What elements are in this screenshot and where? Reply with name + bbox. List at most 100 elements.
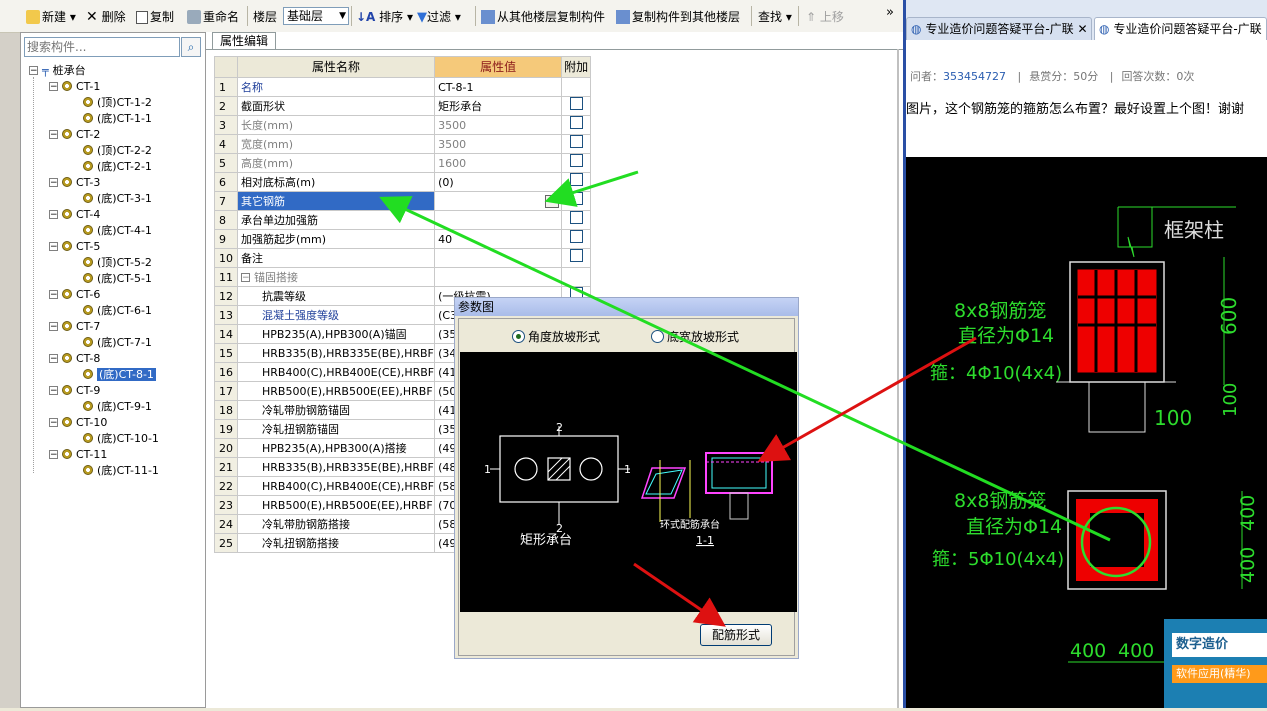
tree-item[interactable]: − CT-8 <box>49 351 100 367</box>
tree-item[interactable]: − CT-5 <box>49 239 100 255</box>
table-row[interactable]: 9 加强筋起步(mm) 40 <box>214 229 592 249</box>
property-extra[interactable] <box>561 96 592 116</box>
ad-banner[interactable]: 数字造价 软件应用(精华) <box>1164 619 1267 708</box>
copy-to-floor-button[interactable]: 复制构件到其他楼层 <box>616 8 740 26</box>
extra-checkbox[interactable] <box>569 211 583 224</box>
tree-item[interactable]: − CT-6 <box>49 287 100 303</box>
tree-subitem[interactable]: (底)CT-3-1 <box>83 191 152 207</box>
ellipsis-button[interactable]: ··· <box>545 195 560 208</box>
move-up-button[interactable]: ⇑ 上移 <box>806 8 844 26</box>
property-extra[interactable] <box>561 134 592 154</box>
property-value[interactable]: CT-8-1 <box>434 77 563 97</box>
tree-subitem[interactable]: (底)CT-4-1 <box>83 223 152 239</box>
tree-subitem[interactable]: (底)CT-10-1 <box>83 431 159 447</box>
search-icon[interactable]: ⌕ <box>181 37 201 57</box>
tree-subitem[interactable]: (顶)CT-1-2 <box>83 95 152 111</box>
browser-tab-2[interactable]: ◍ 专业造价问题答疑平台-广联 <box>1094 17 1267 40</box>
tree-item[interactable]: − CT-4 <box>49 207 100 223</box>
tree-subitem[interactable]: (顶)CT-5-2 <box>83 255 152 271</box>
property-value[interactable]: 40 <box>434 229 563 249</box>
table-row[interactable]: 10 备注 <box>214 248 592 268</box>
property-extra[interactable] <box>561 115 592 135</box>
property-value[interactable]: 3500 <box>434 134 563 154</box>
column-header-value[interactable]: 属性值 <box>434 56 563 78</box>
property-value[interactable]: 矩形承台 <box>434 96 563 116</box>
collapse-icon[interactable]: − <box>49 354 58 364</box>
collapse-icon[interactable]: − <box>49 242 58 252</box>
tree-subitem[interactable]: (底)CT-6-1 <box>83 303 152 319</box>
property-value[interactable] <box>434 248 563 268</box>
extra-checkbox[interactable] <box>569 97 583 110</box>
collapse-icon[interactable]: − <box>49 210 58 220</box>
table-row[interactable]: 4 宽度(mm) 3500 <box>214 134 592 154</box>
rename-button[interactable]: 重命名 <box>187 8 239 26</box>
new-button[interactable]: 新建 ▾ <box>26 8 76 26</box>
table-row[interactable]: 11− 锚固搭接 <box>214 267 592 287</box>
collapse-icon[interactable]: − <box>49 290 58 300</box>
collapse-icon[interactable]: − <box>49 322 58 332</box>
toolbar-overflow-button[interactable]: » <box>886 4 894 22</box>
search-input[interactable] <box>24 37 180 57</box>
tree-subitem[interactable]: (底)CT-11-1 <box>83 463 159 479</box>
radio-bottom-width-slope[interactable]: 底宽放坡形式 <box>651 328 739 345</box>
copy-button[interactable]: 复制 <box>136 8 174 26</box>
property-extra[interactable] <box>561 153 592 173</box>
floor-select[interactable]: 基础层 ▼ <box>283 7 349 25</box>
column-header-name[interactable]: 属性名称 <box>236 56 436 78</box>
tree-subitem[interactable]: (底)CT-2-1 <box>83 159 152 175</box>
tree-subitem[interactable]: (底)CT-5-1 <box>83 271 152 287</box>
extra-checkbox[interactable] <box>569 249 583 262</box>
tree-item[interactable]: − CT-9 <box>49 383 100 399</box>
tree-item[interactable]: − CT-7 <box>49 319 100 335</box>
tree-item[interactable]: − CT-11 <box>49 447 107 463</box>
tree-root[interactable]: − ╤ 桩承台 <box>29 63 86 79</box>
table-row[interactable]: 2 截面形状 矩形承台 <box>214 96 592 116</box>
table-row[interactable]: 3 长度(mm) 3500 <box>214 115 592 135</box>
extra-checkbox[interactable] <box>569 230 583 243</box>
dialog-title[interactable]: 参数图 <box>455 298 798 316</box>
column-header-extra[interactable]: 附加 <box>561 56 592 78</box>
tree-subitem[interactable]: (顶)CT-2-2 <box>83 143 152 159</box>
extra-checkbox[interactable] <box>569 116 583 129</box>
collapse-icon[interactable]: − <box>49 386 58 396</box>
collapse-icon[interactable]: − <box>49 418 58 428</box>
property-value[interactable] <box>434 210 563 230</box>
property-value[interactable]: 3500 <box>434 115 563 135</box>
property-value[interactable] <box>434 267 563 287</box>
property-extra[interactable] <box>561 229 592 249</box>
tree-subitem[interactable]: (底)CT-1-1 <box>83 111 152 127</box>
tree-item[interactable]: − CT-2 <box>49 127 100 143</box>
table-row[interactable]: 7 其它钢筋 ··· <box>214 191 592 211</box>
collapse-icon[interactable]: − <box>49 130 58 140</box>
property-value[interactable]: 1600 <box>434 153 563 173</box>
rebar-form-button[interactable]: 配筋形式 <box>700 624 772 646</box>
property-extra[interactable] <box>561 210 592 230</box>
radio-angle-slope[interactable]: 角度放坡形式 <box>512 328 600 345</box>
collapse-icon[interactable]: − <box>241 272 250 282</box>
tab-property-edit[interactable]: 属性编辑 <box>212 32 276 50</box>
filter-button[interactable]: ▼过滤 ▾ <box>417 8 461 26</box>
extra-checkbox[interactable] <box>569 135 583 148</box>
property-extra[interactable] <box>561 191 592 211</box>
tree-subitem[interactable]: (底)CT-9-1 <box>83 399 152 415</box>
property-extra[interactable] <box>561 248 592 268</box>
extra-checkbox[interactable] <box>569 192 583 205</box>
collapse-icon[interactable]: − <box>49 450 58 460</box>
table-row[interactable]: 8 承台单边加强筋 <box>214 210 592 230</box>
tree-item[interactable]: − CT-10 <box>49 415 107 431</box>
property-value[interactable]: (0) <box>434 172 563 192</box>
table-row[interactable]: 5 高度(mm) 1600 <box>214 153 592 173</box>
extra-checkbox[interactable] <box>569 173 583 186</box>
property-extra[interactable] <box>561 172 592 192</box>
copy-from-floor-button[interactable]: 从其他楼层复制构件 <box>481 8 605 26</box>
collapse-icon[interactable]: − <box>49 178 58 188</box>
delete-button[interactable]: ✕ 删除 <box>86 8 126 26</box>
property-extra[interactable] <box>561 267 592 287</box>
property-value[interactable]: ··· <box>434 191 563 211</box>
sort-button[interactable]: ↓A 排序 ▾ <box>356 8 413 26</box>
close-icon[interactable]: ✕ <box>1077 22 1087 36</box>
collapse-icon[interactable]: − <box>29 66 38 76</box>
browser-tab-1[interactable]: ◍ 专业造价问题答疑平台-广联 ✕ <box>906 17 1092 40</box>
tree-item[interactable]: − CT-3 <box>49 175 100 191</box>
collapse-icon[interactable]: − <box>49 82 58 92</box>
